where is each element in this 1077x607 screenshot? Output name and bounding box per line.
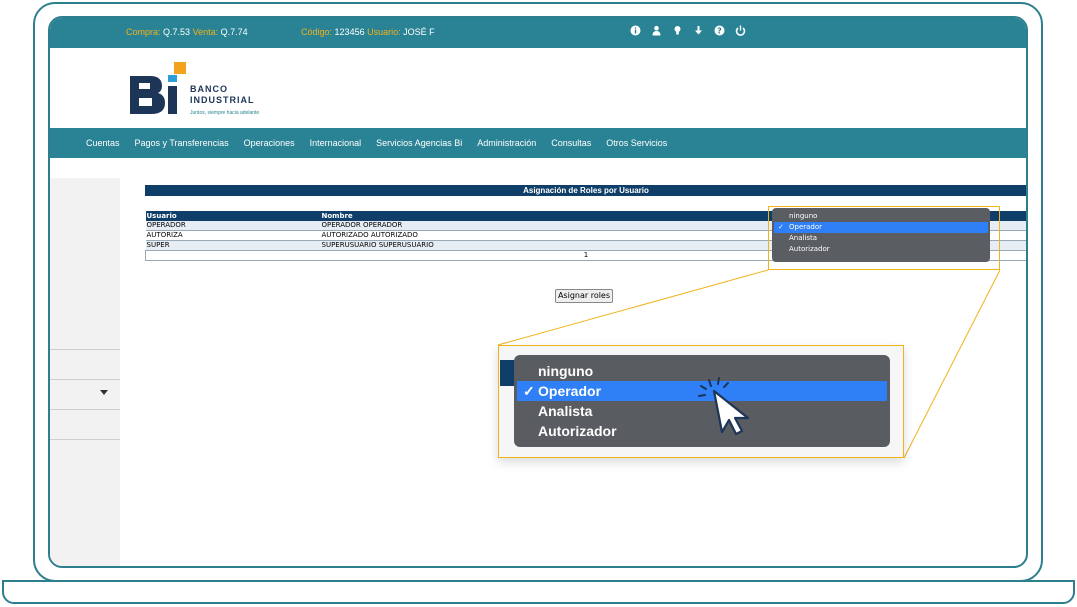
option-label: Autorizador xyxy=(538,423,617,439)
option-label: Analista xyxy=(538,403,593,419)
browser-screen: Compra: Q.7.53 Venta: Q.7.74 Código: 123… xyxy=(48,16,1028,568)
laptop-base xyxy=(2,580,1075,604)
zoom-header-strip xyxy=(500,360,514,386)
checkmark-icon: ✓ xyxy=(523,383,535,399)
hand-pointer-cursor-icon xyxy=(698,377,750,436)
zoom-connector-lines xyxy=(497,269,1001,459)
option-label: ninguno xyxy=(538,363,594,379)
option-label: Operador xyxy=(538,383,602,399)
